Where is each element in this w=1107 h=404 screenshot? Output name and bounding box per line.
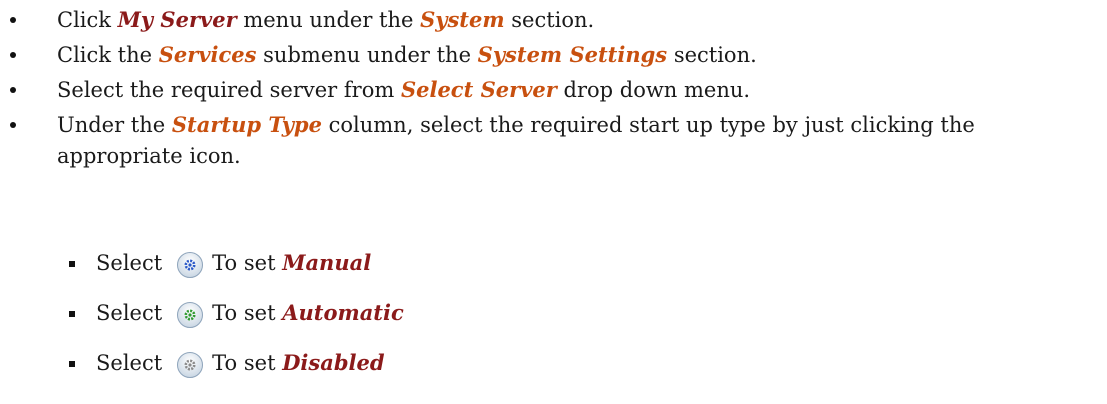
instruction-text: Select the required server from [57,78,401,102]
to-set-text: To set [212,251,276,275]
instruction-text: drop down menu. [556,78,751,102]
instruction-item: Click My Server menu under the System se… [0,4,1107,36]
gear-gray-icon [176,347,204,378]
startup-option-disabled: Select To set Disabled [0,338,1107,388]
select-text: Select [96,251,163,275]
startup-type-label: Automatic [282,300,404,325]
document: Click My Server menu under the System se… [0,0,1107,404]
instruction-text: Click the [57,43,159,67]
startup-option-manual: Select To set Manual [0,238,1107,288]
highlight-term: System [420,7,505,32]
startup-type-list: Select To set Manual Select To set Automat… [0,238,1107,388]
instruction-list: Click My Server menu under the System se… [0,0,1107,175]
highlight-term: My Server [117,7,237,32]
instruction-item: Under the Startup Type column, select th… [0,109,1107,172]
instruction-item: Click the Services submenu under the Sys… [0,39,1107,71]
select-text: Select [96,351,163,375]
instruction-text: menu under the [236,8,421,32]
instruction-text: Under the [57,113,172,137]
highlight-term: Select Server [400,77,557,102]
select-text: Select [96,301,163,325]
gear-blue-icon [176,247,204,278]
to-set-text: To set [212,351,276,375]
highlight-term: System Settings [477,42,668,67]
highlight-term: Services [158,42,257,67]
instruction-text: submenu under the [256,43,478,67]
startup-option-automatic: Select To set Automatic [0,288,1107,338]
instruction-text: section. [504,8,595,32]
highlight-term: Startup Type [171,112,322,137]
startup-type-label: Disabled [282,350,385,375]
instruction-item: Select the required server from Select S… [0,74,1107,106]
gear-green-icon [176,297,204,328]
instruction-text: Click [57,8,118,32]
startup-type-label: Manual [282,250,372,275]
to-set-text: To set [212,301,276,325]
instruction-text: section. [667,43,757,67]
